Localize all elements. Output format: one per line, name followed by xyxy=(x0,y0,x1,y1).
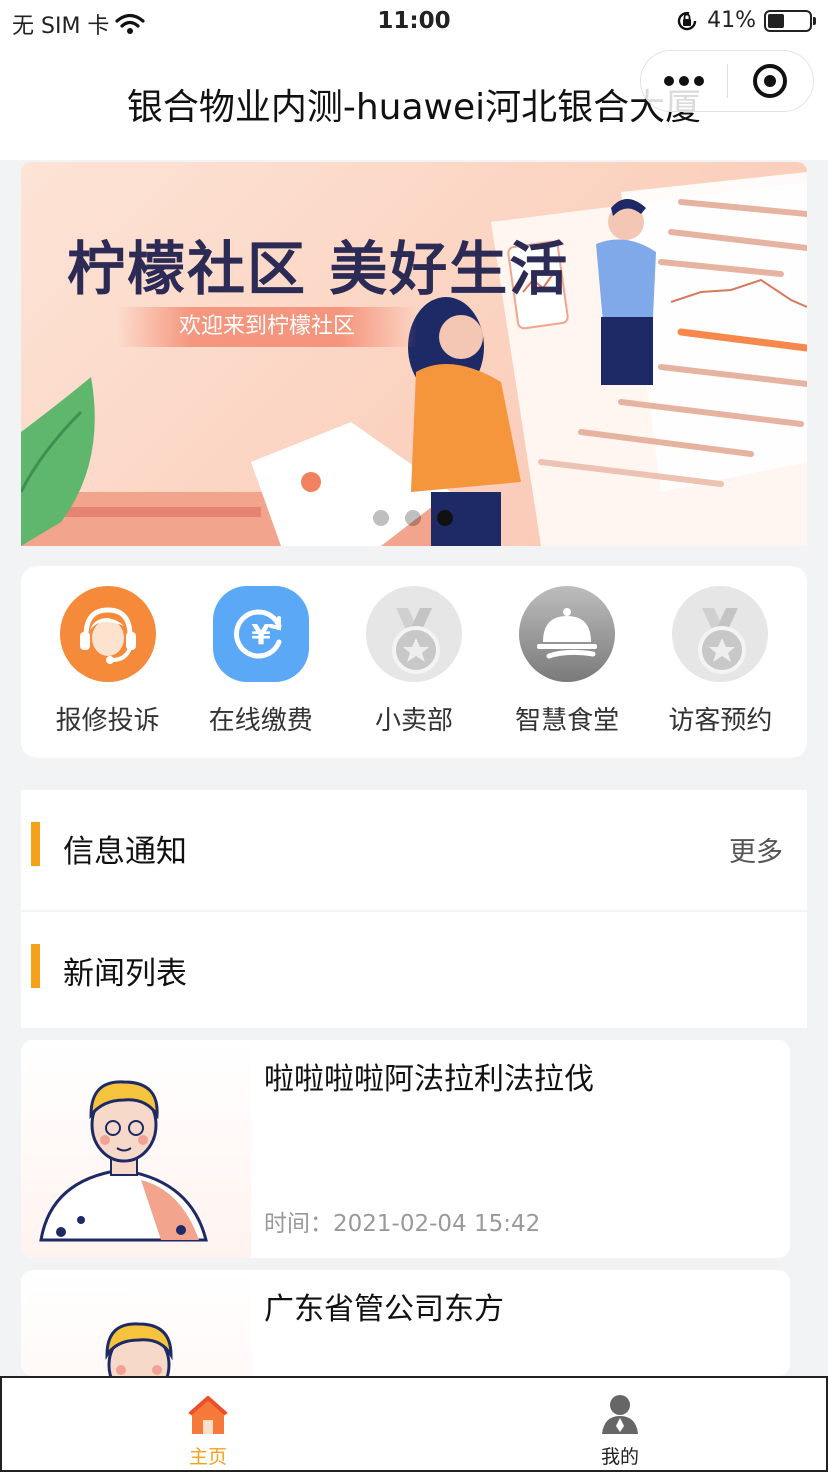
quick-menu-label: 在线缴费 xyxy=(208,706,313,736)
carousel-dot[interactable] xyxy=(373,510,389,526)
target-close-icon xyxy=(753,64,788,98)
news-time: 时间：2021-02-04 15:42 xyxy=(264,1211,541,1237)
news-section-header: 新闻列表 xyxy=(21,912,807,1028)
quick-menu-label: 小卖部 xyxy=(374,706,453,736)
news-card[interactable]: 广东省管公司东方 xyxy=(21,1270,790,1376)
carousel-dot[interactable] xyxy=(437,510,453,526)
battery-group: 41% xyxy=(675,8,816,33)
quick-menu-label: 报修投诉 xyxy=(55,706,160,736)
tab-mine-label: 我的 xyxy=(600,1446,639,1468)
tab-mine[interactable]: 我的 xyxy=(414,1378,826,1470)
banner-title: 柠檬社区 美好生活 xyxy=(67,235,570,303)
customer-service-icon xyxy=(59,586,156,682)
quick-menu-icon xyxy=(365,586,462,682)
notice-section-title: 信息通知 xyxy=(63,834,187,870)
medal-icon xyxy=(672,586,769,682)
news-title: 啦啦啦啦阿法拉利法拉伐 xyxy=(264,1062,594,1097)
close-mini-program-button[interactable] xyxy=(728,51,814,111)
banner-illustration xyxy=(21,172,807,546)
notice-section-header: 信息通知 更多 xyxy=(21,790,807,910)
yuan-payment-icon: ¥ xyxy=(212,586,309,682)
quick-menu-icon xyxy=(59,586,156,682)
carousel-indicator xyxy=(373,510,453,526)
quick-menu-item[interactable]: 报修投诉 xyxy=(38,566,178,758)
banner-carousel[interactable]: 柠檬社区 美好生活 欢迎来到柠檬社区 xyxy=(21,162,807,546)
rotation-lock-icon xyxy=(677,11,697,30)
mini-program-capsule xyxy=(640,50,814,112)
nav-bar: 银合物业内测-huawei河北银合大厦 xyxy=(0,42,828,160)
quick-menu-icon: ¥ xyxy=(212,586,309,682)
dining-cloche-icon xyxy=(519,586,616,682)
quick-menu: 报修投诉 ¥ 在线缴费 小卖部 智慧食堂 访客预约 xyxy=(21,566,807,758)
section-accent-bar xyxy=(31,822,40,866)
tab-home[interactable]: 主页 xyxy=(2,1378,414,1470)
tab-bar: 主页 我的 xyxy=(0,1376,828,1472)
notice-more-link[interactable]: 更多 xyxy=(729,830,783,869)
avatar-illustration xyxy=(105,1322,173,1376)
status-bar: 无 SIM 卡 11:00 41% xyxy=(0,0,828,42)
news-thumbnail xyxy=(21,1040,251,1258)
quick-menu-item[interactable]: 智慧食堂 xyxy=(497,566,637,758)
avatar-illustration xyxy=(39,1080,208,1242)
battery-icon xyxy=(764,9,816,32)
medal-icon xyxy=(365,586,462,682)
section-accent-bar xyxy=(31,944,40,988)
quick-menu-item[interactable]: 访客预约 xyxy=(650,566,790,758)
news-thumbnail xyxy=(21,1270,251,1376)
home-icon xyxy=(188,1396,228,1434)
quick-menu-icon xyxy=(672,586,769,682)
more-dots-icon xyxy=(663,76,704,86)
battery-percent: 41% xyxy=(707,8,756,33)
news-title: 广东省管公司东方 xyxy=(264,1292,504,1327)
quick-menu-label: 智慧食堂 xyxy=(515,706,620,736)
more-button[interactable] xyxy=(641,51,727,111)
banner-subtitle: 欢迎来到柠檬社区 xyxy=(117,307,417,347)
news-card[interactable]: 啦啦啦啦阿法拉利法拉伐 时间：2021-02-04 15:42 xyxy=(21,1040,790,1258)
tab-home-label: 主页 xyxy=(188,1446,227,1468)
user-icon xyxy=(602,1395,638,1434)
carousel-dot[interactable] xyxy=(405,510,421,526)
quick-menu-item[interactable]: ¥ 在线缴费 xyxy=(191,566,331,758)
news-section-title: 新闻列表 xyxy=(63,956,187,992)
quick-menu-icon xyxy=(519,586,616,682)
svg-text:¥: ¥ xyxy=(251,618,271,651)
quick-menu-item[interactable]: 小卖部 xyxy=(344,566,484,758)
quick-menu-label: 访客预约 xyxy=(668,706,773,736)
